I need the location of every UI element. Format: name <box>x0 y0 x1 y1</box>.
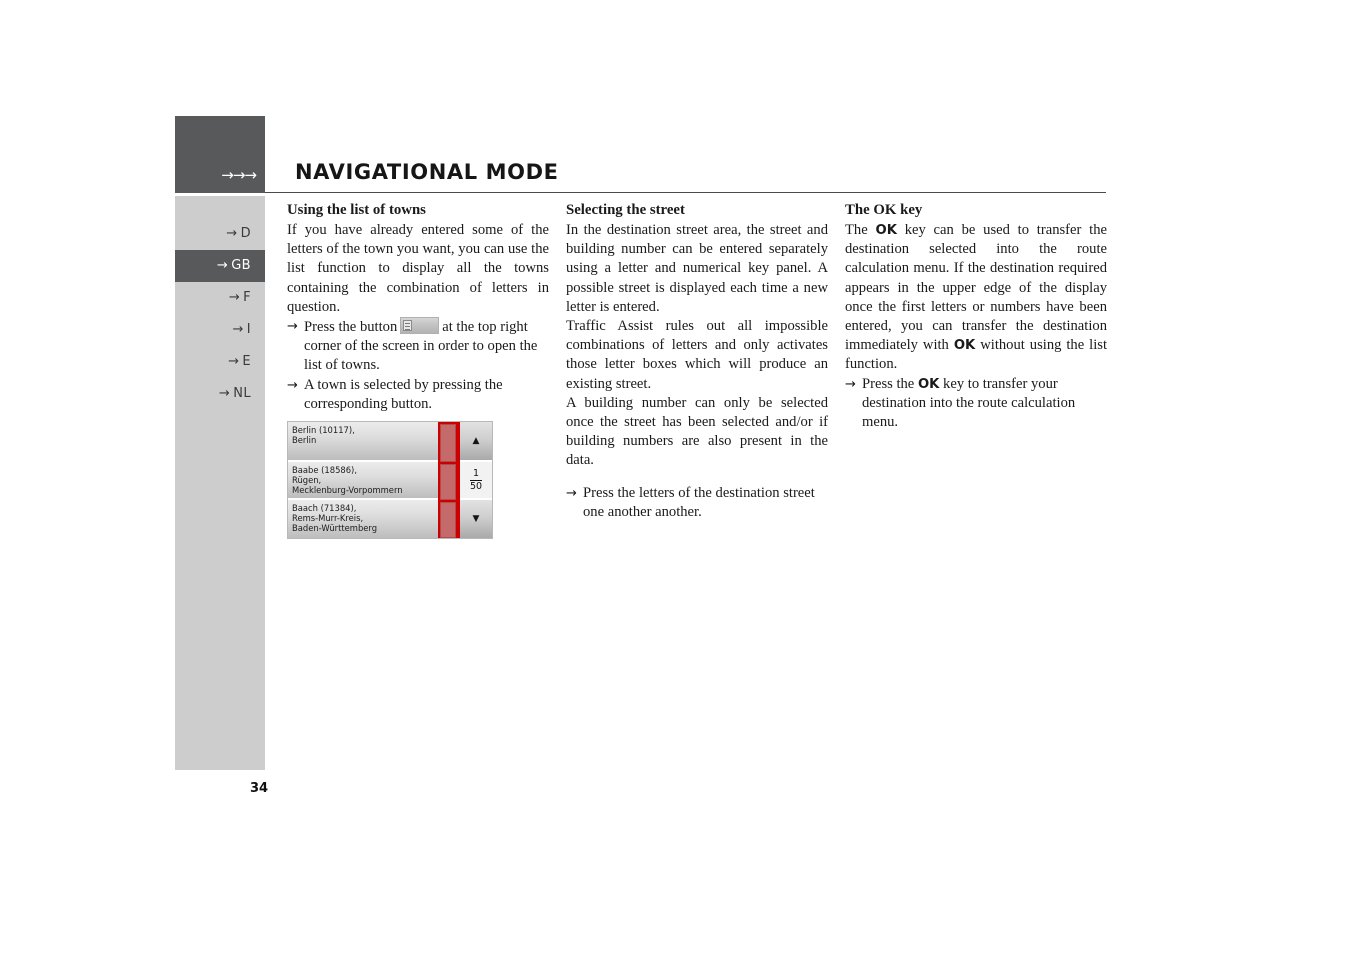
chapter-tab-block: →→→ <box>175 116 265 193</box>
col1-bullet-2-text: A town is selected by pressing the corre… <box>304 376 503 412</box>
scroll-down-button[interactable]: ▼ <box>460 500 492 538</box>
sidebar-item-label: D <box>240 226 251 241</box>
arrow-icon: → <box>228 290 241 305</box>
col2-bullet-1-text: Press the letters of the destination str… <box>583 484 815 520</box>
town-line: Berlin (10117), <box>292 425 355 435</box>
triangle-up-icon: ▲ <box>472 436 480 446</box>
col2-heading: Selecting the street <box>566 202 685 218</box>
scroll-up-button[interactable]: ▲ <box>460 422 492 462</box>
arrow-icon: → <box>287 377 298 393</box>
town-list-item[interactable]: Berlin (10117), Berlin <box>288 422 438 462</box>
sidebar-item-label: NL <box>233 386 251 401</box>
col2-paragraph-2: Traffic Assist rules out all impossible … <box>566 318 828 392</box>
town-list-item[interactable]: Baabe (18586), Rügen, Mecklenburg-Vorpom… <box>288 462 438 500</box>
col2-paragraph-1: In the destination street area, the stre… <box>566 222 828 315</box>
sidebar-item-i[interactable]: → I <box>175 314 265 346</box>
sidebar-item-f[interactable]: → F <box>175 282 265 314</box>
sidebar-item-label: E <box>242 354 251 369</box>
arrow-icon: → <box>216 258 229 273</box>
sidebar-item-e[interactable]: → E <box>175 346 265 378</box>
sidebar-item-label: GB <box>231 258 251 273</box>
sidebar-item-nl[interactable]: → NL <box>175 378 265 410</box>
col3-bullet-1: → Press the OK key to transfer your desti… <box>845 375 1107 433</box>
language-rail: → D → GB → F → I → E → NL <box>175 196 265 770</box>
town-list-screenshot: Berlin (10117), Berlin Baabe (18586), Rü… <box>287 421 493 539</box>
town-line: Baach (71384), <box>292 503 357 513</box>
column-two: Selecting the street In the destination … <box>566 200 828 522</box>
arrow-icon: → <box>226 226 238 241</box>
arrow-icon: → <box>228 354 240 369</box>
scroll-buttons: ▲ 1 50 ▼ <box>460 422 492 538</box>
page-denominator: 50 <box>469 480 483 492</box>
town-line: Rügen, <box>292 475 322 486</box>
town-list-rows: Berlin (10117), Berlin Baabe (18586), Rü… <box>288 422 438 538</box>
arrow-icon: → <box>287 319 298 335</box>
col3-paragraph-1: The OK key can be used to transfer the d… <box>845 221 1107 375</box>
col1-bullet-2: → A town is selected by pressing the corr… <box>287 376 549 414</box>
sidebar-item-gb[interactable]: → GB <box>175 250 265 282</box>
col2-bullet-1: → Press the letters of the destination st… <box>566 484 828 522</box>
header-divider <box>265 192 1106 193</box>
scrollbar[interactable] <box>438 422 460 538</box>
scrollbar-thumb[interactable] <box>440 464 456 500</box>
col1-heading: Using the list of towns <box>287 202 426 218</box>
town-line: Berlin <box>292 435 317 446</box>
col1-bullet-1-pre: Press the button <box>304 319 398 336</box>
manual-page: →→→ → D → GB → F → I → E → NL NAVIGATIONAL MOD… <box>0 0 1351 954</box>
column-one: Using the list of towns If you have alre… <box>287 200 549 414</box>
col3-bullet-1-a: Press the <box>862 375 915 392</box>
col1-paragraph-1: If you have already entered some of the … <box>287 222 549 315</box>
town-line: Baabe (18586), <box>292 465 357 475</box>
scrollbar-thumb[interactable] <box>440 502 456 538</box>
col2-paragraph-3: A building number can only be selected o… <box>566 394 828 469</box>
col3-p1-a: The <box>845 222 868 238</box>
col1-bullet-1: → Press the button at the top right corner… <box>287 317 549 376</box>
page-numerator: 1 <box>469 468 483 481</box>
col3-p1-b: key can be used to transfer the destinat… <box>845 222 1107 354</box>
page-indicator: 1 50 <box>460 462 492 500</box>
column-three: The OK key The OK key can be used to tra… <box>845 200 1107 432</box>
ok-key-label: OK <box>917 376 940 392</box>
triangle-down-icon: ▼ <box>472 514 480 524</box>
col3-heading: The OK key <box>845 202 923 218</box>
town-line: Rems-Murr-Kreis, <box>292 513 364 524</box>
arrow-icon: → <box>845 376 856 392</box>
ok-key-label: OK <box>953 338 976 354</box>
chapter-arrows-icon: →→→ <box>221 166 257 184</box>
town-line: Mecklenburg-Vorpommern <box>292 485 403 496</box>
sidebar-item-label: F <box>243 290 251 305</box>
town-line: Baden-Württemberg <box>292 523 378 534</box>
page-number: 34 <box>250 781 269 796</box>
sidebar-item-d[interactable]: → D <box>175 218 265 250</box>
arrow-icon: → <box>218 386 231 401</box>
list-button-icon[interactable] <box>400 317 440 335</box>
page-title: NAVIGATIONAL MODE <box>295 160 559 184</box>
scrollbar-thumb[interactable] <box>440 424 456 462</box>
arrow-icon: → <box>566 485 577 501</box>
ok-key-label: OK <box>875 223 897 238</box>
arrow-icon: → <box>232 322 244 337</box>
town-list-item[interactable]: Baach (71384), Rems-Murr-Kreis, Baden-Wü… <box>288 500 438 538</box>
sidebar-item-label: I <box>246 322 251 337</box>
